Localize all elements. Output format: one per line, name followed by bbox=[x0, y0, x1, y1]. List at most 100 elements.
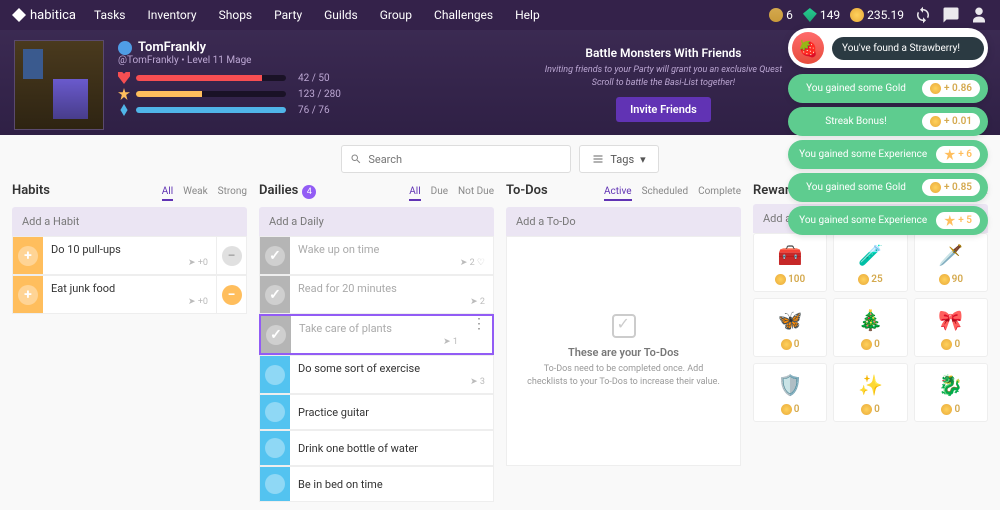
reward-item[interactable]: 🗡️90 bbox=[914, 233, 988, 292]
daily-task[interactable]: ✓ Wake up on time➤ 2 ♡ bbox=[259, 236, 494, 275]
check-button[interactable]: ✓ bbox=[260, 237, 290, 274]
reward-item[interactable]: 🦋0 bbox=[753, 298, 827, 357]
reward-icon: 🗡️ bbox=[936, 240, 966, 270]
filter-due[interactable]: Due bbox=[431, 186, 448, 201]
filter-notdue[interactable]: Not Due bbox=[458, 186, 494, 201]
dailies-title: Dailies bbox=[259, 183, 298, 198]
reward-toast: You gained some Experience+ 6 bbox=[788, 140, 988, 169]
add-todo[interactable]: Add a To-Do bbox=[506, 207, 741, 236]
reward-item[interactable]: 🐉0 bbox=[914, 363, 988, 422]
reward-icon: 🎀 bbox=[936, 305, 966, 335]
search-icon bbox=[350, 153, 362, 165]
nav-party[interactable]: Party bbox=[274, 8, 302, 22]
habits-title: Habits bbox=[12, 183, 50, 198]
avatar[interactable] bbox=[14, 40, 104, 130]
reward-icon: 🧪 bbox=[855, 240, 885, 270]
sliders-icon bbox=[592, 153, 604, 165]
todos-empty-state: These are your To-Dos To-Dos need to be … bbox=[506, 236, 741, 466]
daily-task[interactable]: Do some sort of exercise➤ 3 bbox=[259, 355, 494, 394]
filter-all[interactable]: All bbox=[409, 186, 420, 201]
reward-toast: You gained some Experience+ 5 bbox=[788, 206, 988, 235]
filter-active[interactable]: Active bbox=[604, 186, 632, 201]
nav-guilds[interactable]: Guilds bbox=[324, 8, 358, 22]
gem-count: 149 bbox=[803, 8, 840, 22]
chevron-down-icon: ▾ bbox=[640, 153, 646, 166]
habit-task[interactable]: + Eat junk food➤ +0 − bbox=[12, 275, 247, 314]
nav-shops[interactable]: Shops bbox=[219, 8, 253, 22]
gold-count: 235.19 bbox=[850, 8, 904, 22]
check-button[interactable] bbox=[260, 467, 290, 501]
reward-icon: 🛡️ bbox=[775, 370, 805, 400]
hp-label: 42 / 50 bbox=[298, 73, 330, 84]
search-input[interactable] bbox=[341, 145, 571, 173]
drop-notification[interactable]: 🍓 You've found a Strawberry! bbox=[788, 28, 988, 68]
xp-icon bbox=[118, 88, 130, 100]
dailies-column: Dailies 4 All Due Not Due Add a Daily ✓ W… bbox=[259, 183, 494, 502]
nav-help[interactable]: Help bbox=[515, 8, 540, 22]
mp-label: 76 / 76 bbox=[298, 105, 330, 116]
reward-icon: 🐉 bbox=[936, 370, 966, 400]
messages-icon[interactable] bbox=[942, 6, 960, 24]
reward-item[interactable]: 🧪25 bbox=[833, 233, 907, 292]
checkbox-icon bbox=[612, 314, 636, 338]
main-nav: Tasks Inventory Shops Party Guilds Group… bbox=[94, 8, 540, 22]
class-icon bbox=[118, 41, 132, 55]
add-daily[interactable]: Add a Daily bbox=[259, 207, 494, 236]
add-habit[interactable]: Add a Habit bbox=[12, 207, 247, 236]
reward-item[interactable]: ✨0 bbox=[833, 363, 907, 422]
filter-complete[interactable]: Complete bbox=[698, 186, 741, 201]
habit-task[interactable]: + Do 10 pull-ups➤ +0 − bbox=[12, 236, 247, 275]
check-button[interactable]: ✓ bbox=[260, 276, 290, 313]
tags-filter[interactable]: Tags ▾ bbox=[579, 145, 658, 173]
hp-icon bbox=[118, 72, 130, 84]
strawberry-icon: 🍓 bbox=[792, 32, 824, 64]
todos-column: To-Dos Active Scheduled Complete Add a T… bbox=[506, 183, 741, 502]
nav-challenges[interactable]: Challenges bbox=[434, 8, 493, 22]
check-button[interactable] bbox=[260, 356, 290, 393]
daily-task[interactable]: Be in bed on time bbox=[259, 466, 494, 502]
task-menu-icon[interactable]: ⋮ bbox=[466, 316, 492, 332]
filter-scheduled[interactable]: Scheduled bbox=[642, 186, 689, 201]
reward-toast: You gained some Gold+ 0.86 bbox=[788, 74, 988, 103]
user-subtitle: @TomFrankly • Level 11 Mage bbox=[118, 55, 341, 66]
reward-item[interactable]: 🛡️0 bbox=[753, 363, 827, 422]
hero-desc: Inviting friends to your Party will gran… bbox=[533, 64, 793, 89]
nav-tasks[interactable]: Tasks bbox=[94, 8, 126, 22]
filter-weak[interactable]: Weak bbox=[183, 186, 208, 201]
plus-button[interactable]: + bbox=[13, 237, 43, 274]
habits-column: Habits All Weak Strong Add a Habit + Do … bbox=[12, 183, 247, 502]
plus-button[interactable]: + bbox=[13, 276, 43, 313]
daily-task[interactable]: ✓ Take care of plants➤ 1 ⋮ bbox=[259, 314, 494, 355]
xp-label: 123 / 280 bbox=[298, 89, 341, 100]
notification-stack: 🍓 You've found a Strawberry! You gained … bbox=[788, 28, 988, 239]
minus-button[interactable]: − bbox=[216, 237, 246, 274]
reward-item[interactable]: 🎀0 bbox=[914, 298, 988, 357]
filter-strong[interactable]: Strong bbox=[218, 186, 247, 201]
mp-icon bbox=[118, 104, 130, 116]
check-button[interactable] bbox=[260, 395, 290, 429]
username: TomFrankly bbox=[138, 40, 206, 55]
daily-task[interactable]: ✓ Read for 20 minutes➤ 2 bbox=[259, 275, 494, 314]
minus-button[interactable]: − bbox=[216, 276, 246, 313]
reward-icon: 🧰 bbox=[775, 240, 805, 270]
reward-item[interactable]: 🧰100 bbox=[753, 233, 827, 292]
logo[interactable]: habitica bbox=[12, 8, 76, 23]
sync-icon[interactable] bbox=[914, 6, 932, 24]
filter-all[interactable]: All bbox=[162, 186, 173, 201]
daily-task[interactable]: Practice guitar bbox=[259, 394, 494, 430]
reward-icon: ✨ bbox=[855, 370, 885, 400]
nav-inventory[interactable]: Inventory bbox=[147, 8, 196, 22]
todos-title: To-Dos bbox=[506, 183, 548, 198]
daily-task[interactable]: Drink one bottle of water bbox=[259, 430, 494, 466]
hourglass-count: 6 bbox=[769, 8, 793, 22]
invite-friends-button[interactable]: Invite Friends bbox=[616, 97, 711, 122]
check-button[interactable] bbox=[260, 431, 290, 465]
user-icon[interactable] bbox=[970, 6, 988, 24]
reward-icon: 🦋 bbox=[775, 305, 805, 335]
reward-item[interactable]: 🎄0 bbox=[833, 298, 907, 357]
check-button[interactable]: ✓ bbox=[261, 316, 291, 353]
reward-toast: Streak Bonus!+ 0.01 bbox=[788, 107, 988, 136]
reward-icon: 🎄 bbox=[855, 305, 885, 335]
nav-group[interactable]: Group bbox=[380, 8, 412, 22]
dailies-count: 4 bbox=[302, 185, 316, 199]
